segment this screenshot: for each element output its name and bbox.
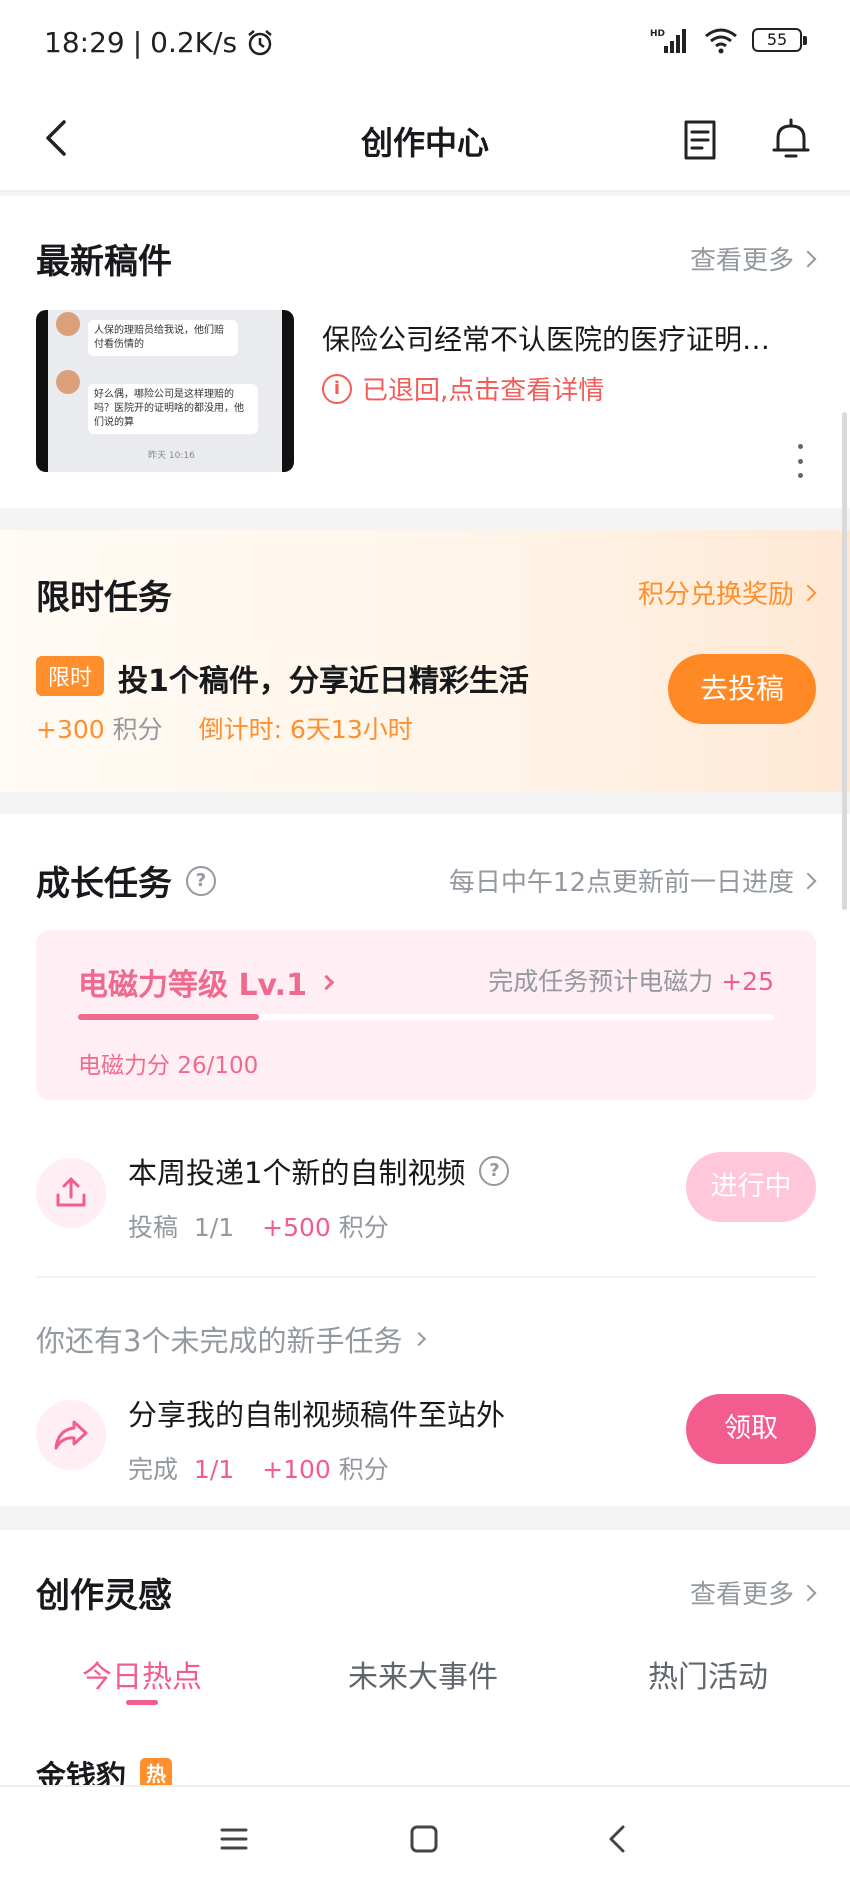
chevron-right-icon	[799, 584, 817, 601]
inspiration-section-title: 创作灵感	[36, 1576, 172, 1616]
task-meta-label: 投稿	[128, 1213, 179, 1242]
limited-tag: 限时	[36, 656, 105, 696]
status-bar: 18:29 | 0.2K/s HD 55	[0, 0, 850, 86]
limited-task-meta: +300 积分 倒计时: 6天13小时	[36, 710, 413, 746]
signal-icon: HD	[650, 29, 686, 53]
submission-status[interactable]: i 已退回,点击查看详情	[322, 370, 604, 407]
reward-amount: +100	[262, 1455, 331, 1484]
alarm-icon	[248, 29, 272, 55]
status-separator: |	[132, 26, 143, 59]
chevron-right-icon	[799, 1584, 817, 1601]
more-options-icon[interactable]	[790, 444, 810, 478]
reward-unit: 积分	[112, 715, 163, 744]
task-meta-label: 完成	[128, 1455, 179, 1484]
tab-future-events[interactable]: 未来大事件	[348, 1652, 498, 1696]
share-icon	[36, 1400, 106, 1470]
level-progress-fill	[78, 1014, 259, 1020]
upload-icon	[36, 1158, 106, 1228]
system-nav-bar	[0, 1785, 850, 1889]
divider	[36, 1276, 816, 1278]
claim-button[interactable]: 领取	[686, 1394, 816, 1464]
in-progress-button[interactable]: 进行中	[686, 1152, 816, 1222]
chevron-right-icon	[318, 974, 335, 990]
net-speed: 0.2K/s	[150, 26, 238, 59]
chat-timestamp: 昨天 10:16	[148, 451, 195, 461]
growth-update-link[interactable]: 每日中午12点更新前一日进度	[449, 862, 817, 899]
task-progress: 1/1	[193, 1213, 235, 1242]
info-icon: i	[322, 373, 352, 404]
level-score: 电磁力分 26/100	[78, 1053, 259, 1079]
tab-today-hot[interactable]: 今日热点	[82, 1652, 202, 1696]
level-hint: 完成任务预计电磁力 +25	[488, 967, 774, 996]
go-submit-button[interactable]: 去投稿	[668, 654, 816, 724]
task-title: 分享我的自制视频稿件至站外	[128, 1398, 506, 1432]
reward-amount: +300	[36, 715, 105, 744]
chevron-right-icon	[799, 250, 817, 267]
task-progress: 1/1	[193, 1455, 235, 1484]
latest-section-title: 最新稿件	[36, 242, 172, 282]
bell-icon[interactable]	[768, 116, 814, 162]
wifi-icon	[705, 28, 737, 54]
submission-title[interactable]: 保险公司经常不认医院的医疗证明…	[322, 318, 812, 358]
top-nav-bar: 创作中心	[0, 86, 850, 192]
points-exchange-link[interactable]: 积分兑换奖励	[638, 574, 817, 611]
tab-hot-activities[interactable]: 热门活动	[648, 1652, 768, 1696]
growth-task-row: 分享我的自制视频稿件至站外 完成 1/1 +100 积分 领取	[36, 1392, 816, 1502]
chevron-right-icon	[799, 872, 817, 889]
level-card[interactable]: 电磁力等级 Lv.1 完成任务预计电磁力 +25 电磁力分 26/100	[36, 930, 816, 1100]
reward-amount: +500	[262, 1213, 331, 1242]
avatar	[56, 312, 80, 336]
menu-icon[interactable]	[218, 1823, 250, 1855]
countdown: 倒计时: 6天13小时	[198, 715, 413, 744]
help-icon[interactable]: ?	[479, 1156, 510, 1186]
newbie-tasks-link[interactable]: 你还有3个未完成的新手任务	[36, 1318, 427, 1360]
latest-more-link[interactable]: 查看更多	[690, 240, 817, 277]
limited-section-title: 限时任务	[36, 578, 172, 618]
task-title: 本周投递1个新的自制视频	[128, 1156, 466, 1190]
chat-bubble: 人保的理赔员给我说，他们赔付看伤情的	[88, 320, 238, 356]
submission-thumbnail[interactable]: 人保的理赔员给我说，他们赔付看伤情的 好么偶，哪险公司是这样理赔的吗？医院开的证…	[36, 310, 294, 472]
back-icon[interactable]	[602, 1823, 634, 1855]
reward-unit: 积分	[338, 1455, 389, 1484]
network-label: HD	[650, 29, 665, 39]
home-icon[interactable]	[408, 1823, 440, 1855]
growth-section-title: 成长任务	[36, 864, 172, 904]
battery-icon: 55	[752, 28, 807, 52]
document-list-icon[interactable]	[678, 118, 722, 162]
level-progress-bar	[78, 1014, 774, 1020]
chevron-right-icon	[412, 1331, 427, 1347]
avatar	[56, 370, 80, 394]
level-name: 电磁力等级 Lv.1	[78, 968, 307, 1003]
growth-task-row: 本周投递1个新的自制视频 ? 投稿 1/1 +500 积分 进行中	[36, 1150, 816, 1260]
help-icon[interactable]: ?	[186, 865, 216, 896]
reward-unit: 积分	[338, 1213, 389, 1242]
page-title: 创作中心	[360, 124, 489, 162]
inspiration-more-link[interactable]: 查看更多	[690, 1574, 817, 1611]
chat-bubble: 好么偶，哪险公司是这样理赔的吗？医院开的证明啥的都没用，他们说的算	[88, 384, 258, 434]
scrollbar[interactable]	[842, 412, 847, 910]
clock: 18:29	[44, 26, 125, 59]
limited-task-title: 投1个稿件，分享近日精彩生活	[118, 664, 529, 699]
active-tab-indicator	[126, 1700, 158, 1705]
